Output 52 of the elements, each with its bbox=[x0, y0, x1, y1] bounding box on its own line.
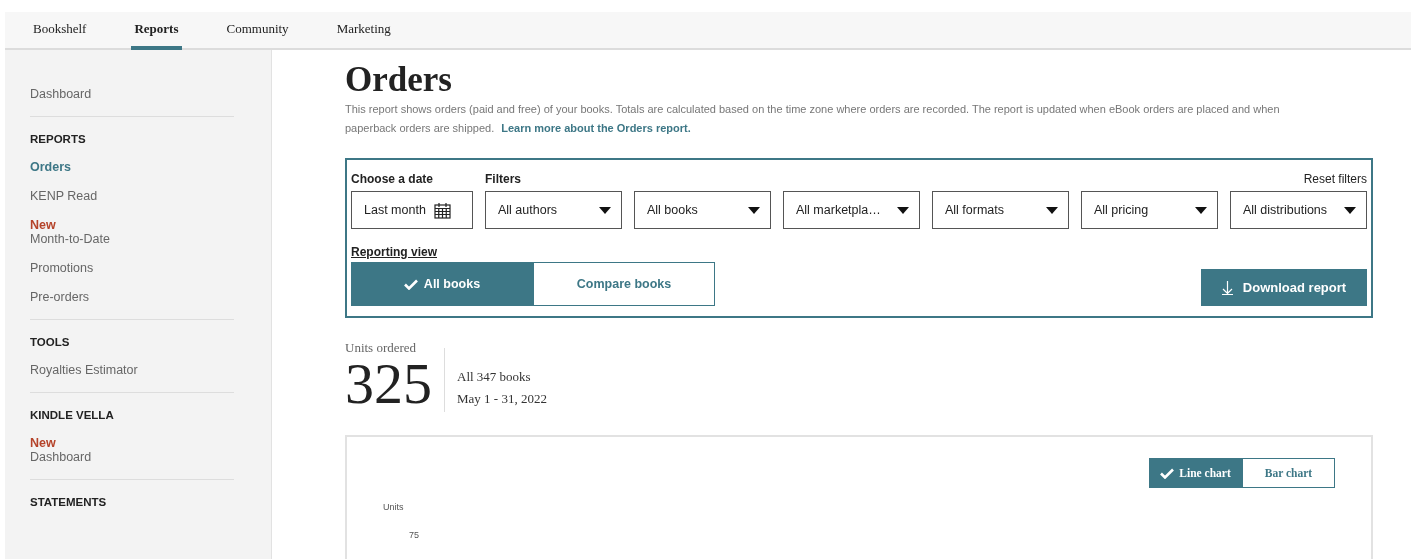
caret-icon bbox=[897, 206, 909, 214]
caret-icon bbox=[1344, 206, 1356, 214]
new-label: New bbox=[30, 218, 56, 232]
units-count: 325 bbox=[345, 356, 432, 412]
stat-period: May 1 - 31, 2022 bbox=[457, 390, 547, 408]
filter-dropdown[interactable]: All books bbox=[634, 191, 771, 229]
sidebar-item[interactable]: Orders bbox=[30, 160, 271, 175]
section-title: STATEMENTS bbox=[30, 496, 108, 508]
sidebar-item[interactable]: Dashboard bbox=[30, 87, 271, 102]
sidebar-item[interactable]: Dashboard bbox=[30, 450, 271, 465]
section-title: TOOLS bbox=[30, 336, 71, 348]
chart-type-button[interactable]: Line chart bbox=[1149, 458, 1242, 488]
new-label: New bbox=[30, 436, 56, 450]
nav-tab[interactable]: Marketing bbox=[333, 12, 394, 50]
sidebar-item[interactable]: KENP Read bbox=[30, 189, 271, 204]
date-label: Choose a date bbox=[351, 172, 435, 186]
calendar-icon bbox=[433, 201, 451, 219]
reset-filters-link[interactable]: Reset filters bbox=[1303, 172, 1367, 186]
sidebar-item[interactable]: Promotions bbox=[30, 261, 271, 276]
learn-more-link[interactable]: Learn more about the Orders report. bbox=[501, 122, 691, 134]
y-axis-tick: 75 bbox=[409, 530, 419, 540]
section-title: KINDLE VELLA bbox=[30, 409, 115, 421]
stat-label: Units ordered bbox=[345, 340, 418, 356]
nav-tab[interactable]: Community bbox=[223, 12, 292, 50]
page-description: This report shows orders (paid and free) of your books. Totals are calculated based on the time zone where orders are recorded. The report is updated when eBook orders are placed and when paperback orders are shipped. Learn more about the Orders report. bbox=[345, 102, 1281, 136]
sidebar-item[interactable]: Month-to-Date bbox=[30, 232, 271, 247]
section-title: REPORTS bbox=[30, 133, 87, 145]
filter-dropdown[interactable]: All formats bbox=[932, 191, 1069, 229]
check-icon bbox=[403, 278, 418, 290]
sidebar-item[interactable]: Pre-orders bbox=[30, 290, 271, 305]
page-title: Orders bbox=[345, 60, 453, 100]
download-report-button[interactable]: Download report bbox=[1201, 269, 1367, 306]
filters-label: Filters bbox=[485, 172, 521, 186]
filter-dropdown[interactable]: All pricing bbox=[1081, 191, 1218, 229]
reporting-view-label: Reporting view bbox=[351, 245, 438, 259]
caret-icon bbox=[1195, 206, 1207, 214]
chart-type-button[interactable]: Bar chart bbox=[1242, 458, 1335, 488]
check-icon bbox=[1160, 467, 1175, 479]
download-icon bbox=[1221, 280, 1233, 295]
caret-icon bbox=[1046, 206, 1058, 214]
y-axis-label: Units bbox=[383, 502, 404, 512]
sidebar-item[interactable]: Royalties Estimator bbox=[30, 363, 271, 378]
filter-dropdown[interactable]: All authors bbox=[485, 191, 622, 229]
filter-dropdown[interactable]: All marketpla… bbox=[783, 191, 920, 229]
view-toggle-button[interactable]: All books bbox=[351, 262, 533, 306]
date-picker[interactable]: Last month bbox=[351, 191, 473, 229]
caret-icon bbox=[599, 206, 611, 214]
filter-dropdown[interactable]: All distributions bbox=[1230, 191, 1367, 229]
stat-scope: All 347 books bbox=[457, 368, 532, 386]
nav-tab[interactable]: Bookshelf bbox=[30, 12, 90, 50]
view-toggle-button[interactable]: Compare books bbox=[533, 262, 715, 306]
caret-icon bbox=[748, 206, 760, 214]
